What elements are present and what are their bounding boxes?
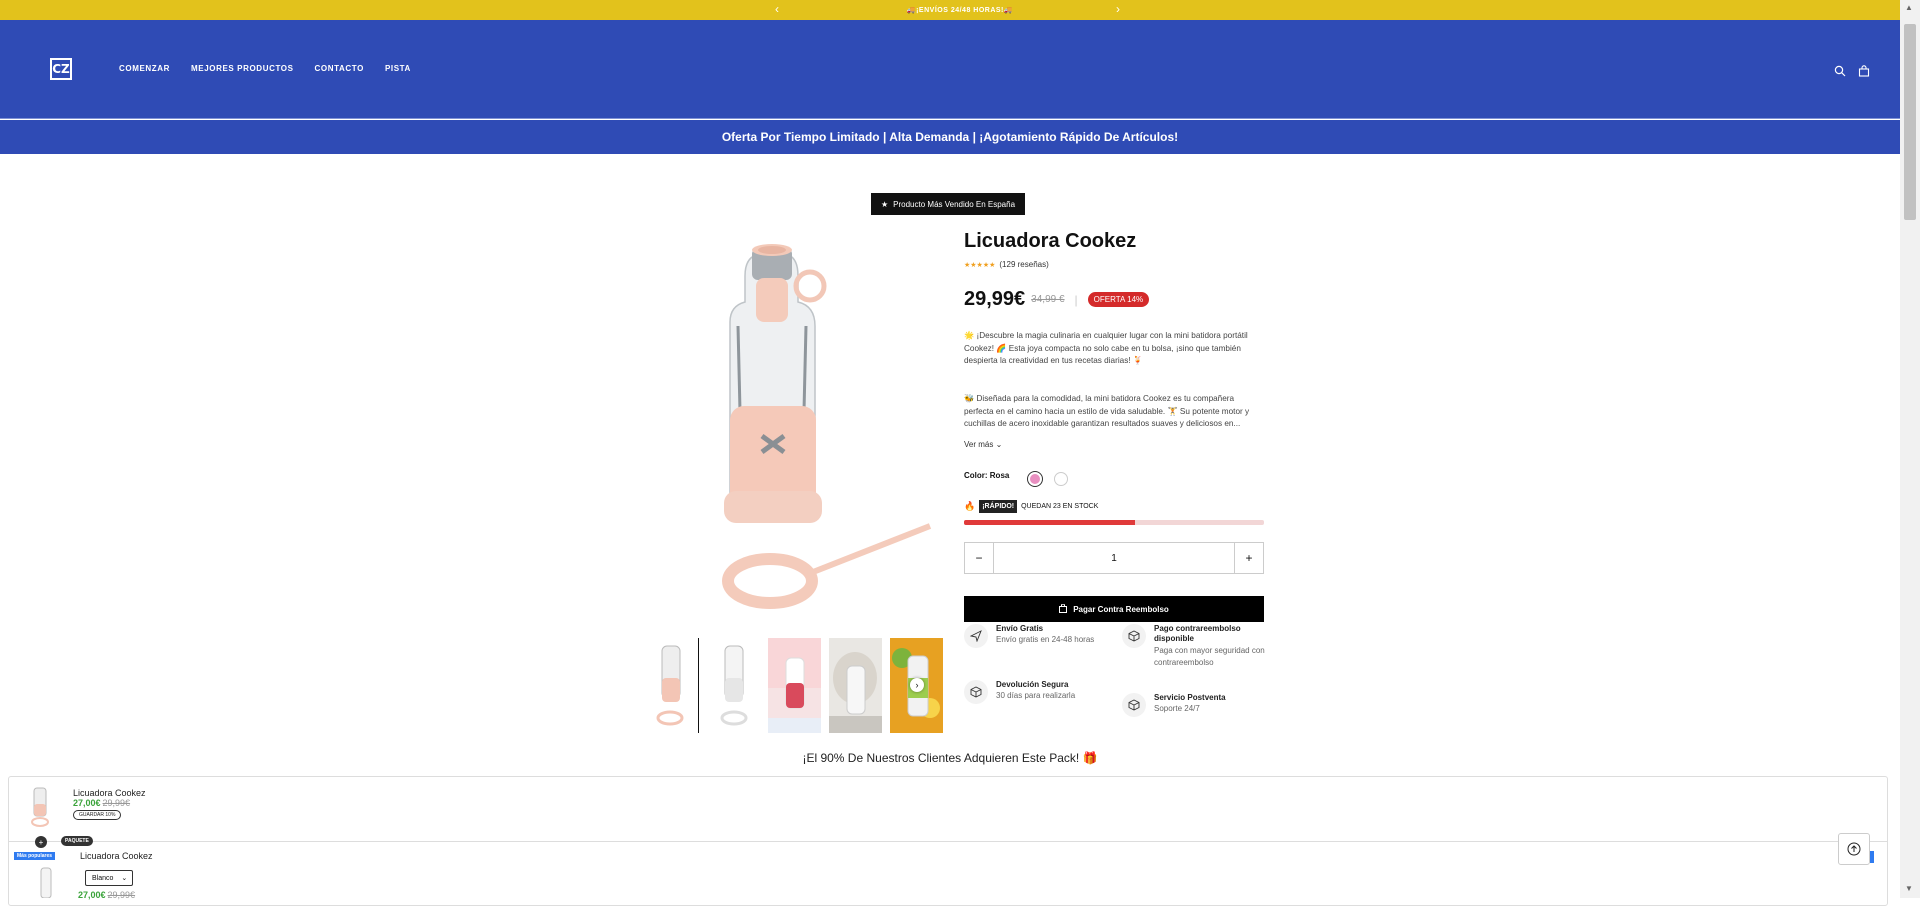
feature-title: Envío Gratis — [996, 624, 1044, 633]
thumbnail-4[interactable] — [829, 638, 882, 733]
fast-tag: ¡RÁPIDO! — [979, 500, 1018, 513]
rating-row[interactable]: ★★★★★ (129 reseñas) — [964, 260, 1049, 269]
scroll-accent — [1870, 851, 1874, 863]
pay-cod-button[interactable]: Pagar Contra Reembolso — [964, 596, 1264, 622]
feature-support: Servicio Postventa Soporte 24/7 — [1122, 693, 1272, 717]
feature-title: Servicio Postventa — [1154, 693, 1226, 702]
nav-mejores-productos[interactable]: MEJORES PRODUCTOS — [191, 64, 294, 73]
thumbnail-1[interactable] — [646, 638, 699, 733]
arrow-up-icon — [1847, 842, 1861, 856]
nav-comenzar[interactable]: COMENZAR — [119, 64, 170, 73]
bag-icon — [1059, 603, 1068, 615]
stock-text: QUEDAN 23 EN STOCK — [1021, 503, 1099, 510]
description-paragraph-2: 🐝 Diseñada para la comodidad, la mini ba… — [964, 394, 1250, 429]
sale-badge: OFERTA 14% — [1087, 292, 1150, 307]
variant-select-value: Blanco — [92, 874, 114, 882]
quantity-stepper: − 1 + — [964, 542, 1264, 574]
site-header: CZ COMENZAR MEJORES PRODUCTOS CONTACTO P… — [0, 20, 1900, 119]
chevron-down-icon: ⌄ — [995, 440, 1003, 449]
bundle-item-2-price: 27,00€ — [78, 890, 106, 900]
review-count: (129 reseñas) — [999, 260, 1049, 269]
product-title: Licuadora Cookez — [964, 230, 1137, 252]
bundle-item-2-image — [36, 866, 56, 903]
swatch-rosa[interactable] — [1028, 472, 1042, 486]
thumbnail-3[interactable] — [768, 638, 821, 733]
scroll-down-icon[interactable]: ▼ — [1905, 884, 1913, 893]
bundle-item-1-image — [28, 786, 52, 833]
nav-pista[interactable]: PISTA — [385, 64, 411, 73]
see-more-label: Ver más — [964, 440, 994, 449]
bestseller-badge: ★ Producto Más Vendido En España — [871, 193, 1025, 215]
bundle-item-1-old: 29,99€ — [102, 798, 131, 808]
feature-sub: Envío gratis en 24-48 horas — [996, 635, 1095, 645]
announcement-next-icon[interactable]: › — [1116, 2, 1120, 16]
bundle-divider — [9, 841, 1887, 842]
price-separator: | — [1074, 292, 1078, 307]
announcement-prev-icon[interactable]: ‹ — [775, 2, 779, 16]
box-icon — [964, 680, 988, 704]
bundle-item-1-name: Licuadora Cookez — [73, 788, 146, 798]
popular-badge: Más populares — [14, 852, 56, 860]
scroll-up-icon[interactable]: ▲ — [1905, 3, 1913, 12]
back-to-top-button[interactable] — [1838, 833, 1870, 865]
feature-title: Pago contrareembolso disponible — [1154, 624, 1241, 644]
bag-icon[interactable] — [1858, 64, 1870, 82]
rating-stars: ★★★★★ — [964, 261, 996, 269]
pay-cod-label: Pagar Contra Reembolso — [1073, 604, 1169, 614]
bundle-title: ¡El 90% De Nuestros Clientes Adquieren E… — [802, 751, 1098, 765]
bundle-plus-icon: + — [35, 836, 47, 848]
feature-title: Devolución Segura — [996, 680, 1069, 689]
box-icon — [1122, 693, 1146, 717]
store-logo[interactable]: CZ — [50, 58, 72, 80]
bundle-item-2-old: 29,99€ — [107, 890, 136, 900]
feature-returns: Devolución Segura 30 días para realizarla — [964, 680, 1114, 704]
stock-bar-fill — [964, 520, 1135, 525]
feature-cod: Pago contrareembolso disponible Paga con … — [1122, 624, 1272, 670]
quantity-increase-button[interactable]: + — [1235, 543, 1263, 573]
color-label: Color: Rosa — [964, 471, 1010, 480]
bundle-item-1-price: 27,00€ — [73, 798, 101, 808]
feature-sub: Paga con mayor seguridad con contrareemb… — [1154, 645, 1265, 668]
bestseller-text: Producto Más Vendido En España — [893, 199, 1016, 209]
feature-sub: 30 días para realizarla — [996, 691, 1076, 701]
bundle-item-2: Licuadora Cookez — [80, 851, 153, 861]
promo-banner: Oferta Por Tiempo Limitado | Alta Demand… — [0, 120, 1900, 154]
bundle-item-2-name: Licuadora Cookez — [80, 851, 153, 861]
thumbnail-next-icon[interactable]: › — [910, 678, 924, 692]
bundle-box — [8, 776, 1888, 906]
stock-indicator: 🔥 ¡RÁPIDO! QUEDAN 23 EN STOCK — [964, 500, 1098, 513]
price-row: 29,99€ 34,99 € | OFERTA 14% — [964, 288, 1150, 311]
announcement-bar: ‹ 🚚¡ENVÍOS 24/48 HORAS!🚚 › — [0, 0, 1920, 20]
star-icon: ★ — [880, 199, 889, 209]
feature-free-shipping: Envío Gratis Envío gratis en 24-48 horas — [964, 624, 1114, 648]
nav-contacto[interactable]: CONTACTO — [315, 64, 364, 73]
save-pill: GUARDAR 10% — [73, 810, 122, 820]
swatch-blanco[interactable] — [1054, 472, 1068, 486]
thumbnail-2[interactable] — [707, 638, 760, 733]
announcement-text: 🚚¡ENVÍOS 24/48 HORAS!🚚 — [906, 7, 1014, 14]
product-main-image[interactable] — [690, 236, 932, 616]
plane-icon — [964, 624, 988, 648]
quantity-value[interactable]: 1 — [993, 543, 1235, 573]
description-paragraph-1: 🌟 ¡Descubre la magia culinaria en cualqu… — [964, 331, 1248, 366]
page-scrollbar[interactable]: ▲ ▼ — [1900, 0, 1920, 898]
package-badge: PAQUETE — [61, 836, 93, 846]
bundle-item-1: Licuadora Cookez 27,00€ 29,99€ GUARDAR 10… — [73, 788, 146, 820]
old-price: 34,99 € — [1031, 294, 1065, 305]
chevron-down-icon: ⌄ — [121, 875, 128, 882]
see-more-link[interactable]: Ver más ⌄ — [964, 440, 1002, 449]
fire-icon: 🔥 — [964, 501, 976, 511]
search-icon[interactable] — [1834, 64, 1846, 82]
current-price: 29,99€ — [964, 288, 1026, 310]
stock-bar — [964, 520, 1264, 525]
scrollbar-thumb[interactable] — [1904, 24, 1916, 220]
main-nav: COMENZAR MEJORES PRODUCTOS CONTACTO PIST… — [119, 64, 411, 73]
bundle-item-2-pricing: 27,00€ 29,99€ — [78, 890, 135, 900]
box-icon — [1122, 624, 1146, 648]
quantity-decrease-button[interactable]: − — [965, 543, 993, 573]
thumbnail-strip — [646, 638, 943, 733]
feature-sub: Soporte 24/7 — [1154, 704, 1200, 714]
variant-select[interactable]: Blanco ⌄ — [85, 870, 133, 886]
